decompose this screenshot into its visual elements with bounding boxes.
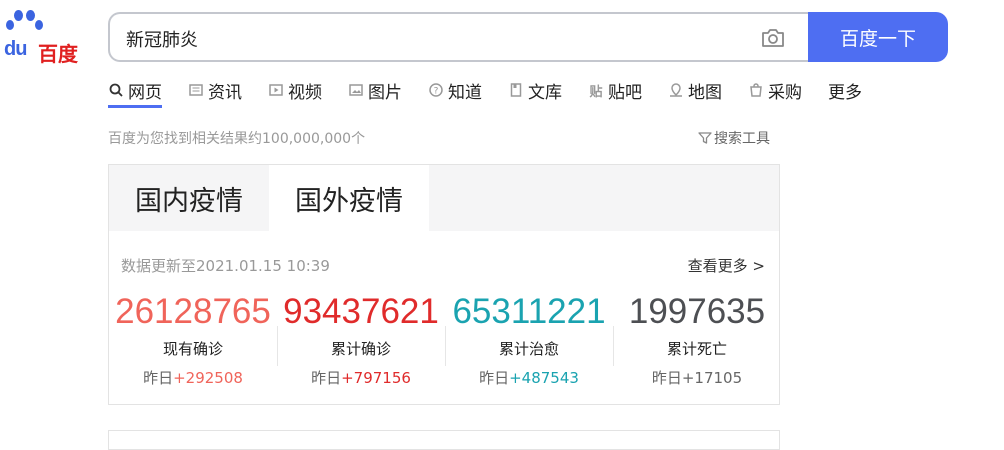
paw-icon [35, 20, 43, 30]
video-icon [268, 82, 284, 98]
stat-label: 累计死亡 [666, 340, 727, 358]
stats-row: 26128765 现有确诊 昨日+292508 93437621 累计确诊 昨日… [109, 290, 781, 388]
stat-total-deaths[interactable]: 1997635 累计死亡 昨日+17105 [613, 290, 781, 388]
search-input[interactable]: 新冠肺炎 [108, 12, 810, 62]
stat-number: 26128765 [115, 292, 271, 331]
logo-du: du [4, 38, 27, 60]
tab-images[interactable]: 图片 [348, 78, 402, 103]
yesterday-prefix: 昨日 [479, 369, 510, 387]
tab-label: 图片 [368, 82, 402, 103]
camera-icon[interactable] [760, 27, 786, 49]
baidu-logo[interactable]: du 百度 [0, 10, 90, 66]
stat-yesterday: 昨日+17105 [613, 367, 781, 388]
search-query: 新冠肺炎 [126, 30, 198, 51]
tab-more[interactable]: 更多 [828, 78, 862, 103]
stat-current-confirmed[interactable]: 26128765 现有确诊 昨日+292508 [109, 290, 277, 388]
view-more-link[interactable]: 查看更多 > [688, 255, 765, 276]
next-result-card [108, 430, 780, 450]
stat-yesterday: 昨日+292508 [109, 367, 277, 388]
tab-wenku[interactable]: 文库 [508, 78, 562, 103]
search-icon [108, 82, 124, 98]
tab-web[interactable]: 网页 [108, 78, 162, 103]
image-icon [348, 82, 364, 98]
epidemic-card: 国内疫情 国外疫情 数据更新至2021.01.15 10:39 查看更多 > 2… [108, 164, 780, 405]
tab-video[interactable]: 视频 [268, 78, 322, 103]
svg-text:?: ? [434, 87, 439, 97]
logo-text: 百度 [38, 42, 78, 66]
paw-icon [26, 10, 35, 21]
stat-delta: +487543 [509, 369, 579, 387]
paw-icon [14, 10, 23, 21]
stat-label: 现有确诊 [162, 340, 223, 358]
tab-map[interactable]: 地图 [668, 78, 722, 103]
tab-purchase[interactable]: 采购 [748, 78, 802, 103]
question-icon: ? [428, 82, 444, 98]
search-button[interactable]: 百度一下 [808, 12, 948, 62]
paw-icon [6, 20, 14, 30]
tab-label: 贴吧 [608, 82, 642, 103]
stat-delta: +17105 [681, 369, 743, 387]
card-tabs: 国内疫情 国外疫情 [109, 165, 779, 231]
nav-tabs: 网页 资讯 视频 图片 ? 知道 文库 贴 贴吧 地图 采购 更多 [108, 78, 888, 108]
tab-tieba[interactable]: 贴 贴吧 [588, 78, 642, 103]
stat-yesterday: 昨日+487543 [445, 367, 613, 388]
tab-label: 文库 [528, 82, 562, 103]
stat-total-cured[interactable]: 65311221 累计治愈 昨日+487543 [445, 290, 613, 388]
active-tab-indicator [108, 105, 162, 108]
yesterday-prefix: 昨日 [651, 369, 682, 387]
tab-label: 视频 [288, 82, 322, 103]
stat-number: 65311221 [452, 292, 606, 331]
stat-yesterday: 昨日+797156 [277, 367, 445, 388]
yesterday-prefix: 昨日 [143, 369, 174, 387]
filter-icon [698, 132, 712, 144]
tieba-icon: 贴 [589, 84, 603, 100]
tab-label: 网页 [128, 82, 162, 103]
stat-label: 累计确诊 [330, 340, 391, 358]
yesterday-prefix: 昨日 [311, 369, 342, 387]
stat-delta: +797156 [341, 369, 411, 387]
stat-total-confirmed[interactable]: 93437621 累计确诊 昨日+797156 [277, 290, 445, 388]
cart-icon [748, 82, 764, 98]
stat-delta: +292508 [173, 369, 243, 387]
search-bar: 新冠肺炎 百度一下 [108, 12, 948, 62]
result-count: 百度为您找到相关结果约100,000,000个 [108, 131, 366, 147]
search-tools-label: 搜索工具 [714, 131, 770, 147]
map-icon [668, 82, 684, 98]
tab-label: 地图 [688, 82, 722, 103]
tab-label: 更多 [828, 82, 862, 103]
update-time: 数据更新至2021.01.15 10:39 [121, 257, 330, 275]
tab-domestic[interactable]: 国内疫情 [109, 165, 269, 231]
tab-news[interactable]: 资讯 [188, 78, 242, 103]
stat-label: 累计治愈 [498, 340, 559, 358]
tab-zhidao[interactable]: ? 知道 [428, 78, 482, 103]
tab-label: 资讯 [208, 82, 242, 103]
stat-number: 1997635 [628, 292, 766, 331]
search-tools-button[interactable]: 搜索工具 [698, 128, 770, 148]
tab-label: 知道 [448, 82, 482, 103]
tab-international[interactable]: 国外疫情 [269, 165, 429, 231]
stat-number: 93437621 [283, 292, 439, 331]
doc-icon [508, 82, 524, 98]
tab-label: 采购 [768, 82, 802, 103]
news-icon [188, 82, 204, 98]
